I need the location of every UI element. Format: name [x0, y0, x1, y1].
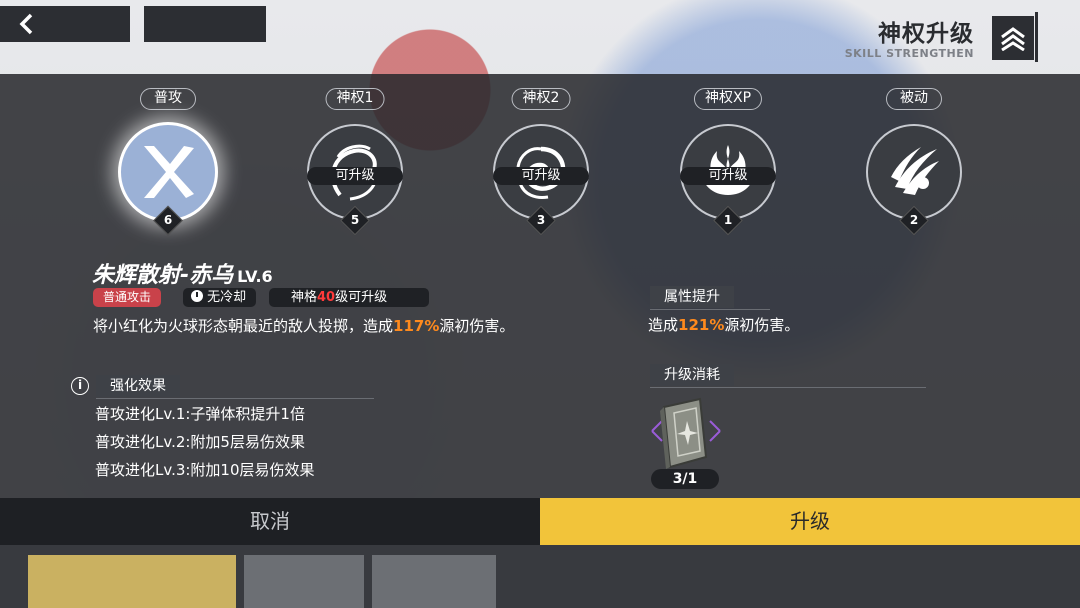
skill-level: 1	[723, 213, 733, 227]
attribute-section-header: 属性提升	[650, 286, 770, 310]
cost-section-header: 升级消耗	[650, 364, 926, 388]
skill-tab-label: 神权1	[325, 88, 385, 110]
skill-tab-label: 普攻	[140, 88, 196, 110]
skill-slot-divine-2[interactable]: 神权2 可升级 3	[471, 88, 611, 238]
cost-label: 升级消耗	[650, 364, 734, 386]
skill-name: 朱辉散射-赤乌 LV.6	[92, 257, 273, 289]
divider	[96, 398, 374, 399]
home-button[interactable]	[144, 6, 266, 42]
requirement-value: 40	[317, 290, 336, 305]
skill-book-icon[interactable]	[648, 395, 724, 475]
description-prefix: 将小红化为火球形态朝最近的敌人投掷，造成	[93, 317, 394, 335]
background-tab	[244, 555, 364, 608]
skill-slot-divine-xp[interactable]: 神权XP 可升级 1	[658, 88, 798, 238]
page-subtitle: SKILL STRENGTHEN	[844, 47, 974, 60]
skill-slot-passive[interactable]: 被动 2	[844, 88, 984, 238]
skill-tab-label: 被动	[886, 88, 942, 110]
skill-level: 6	[163, 213, 173, 227]
skill-name-text: 朱辉散射-赤乌	[92, 263, 234, 288]
cost-count: 3/1	[651, 469, 719, 489]
description-suffix: 源初伤害。	[439, 317, 515, 335]
back-button[interactable]	[0, 6, 130, 42]
skill-level: 5	[350, 213, 360, 227]
evolution-line: 普攻进化Lv.3:附加10层易伤效果	[95, 461, 315, 479]
requirement-suffix: 级可升级	[335, 290, 388, 305]
cancel-button[interactable]: 取消	[0, 498, 540, 545]
skill-slot-normal-attack[interactable]: 普攻 6	[98, 88, 238, 238]
attribute-text: 造成121%源初伤害。	[648, 314, 799, 335]
attribute-suffix: 源初伤害。	[724, 316, 800, 334]
evolution-line: 普攻进化Lv.1:子弹体积提升1倍	[95, 405, 305, 423]
clock-icon	[191, 290, 203, 302]
claw-slash-icon	[891, 147, 939, 195]
cooldown-badge: 无冷却	[183, 288, 257, 307]
skill-slot-divine-1[interactable]: 神权1 可升级 5	[285, 88, 425, 238]
cooldown-text: 无冷却	[207, 290, 247, 305]
skill-level: 2	[909, 213, 919, 227]
divider	[650, 309, 770, 310]
divider	[1035, 12, 1038, 62]
page-title: 神权升级	[878, 21, 974, 47]
upgradable-tag: 可升级	[493, 167, 589, 185]
skill-type-badge: 普通攻击	[93, 288, 162, 307]
rank-chevron-icon[interactable]	[992, 16, 1034, 60]
background-tab	[28, 555, 236, 608]
back-arrow-icon	[19, 13, 33, 35]
attribute-label: 属性提升	[650, 286, 734, 308]
background-tab	[372, 555, 496, 608]
attribute-prefix: 造成	[648, 316, 679, 334]
attribute-value: 121%	[678, 316, 725, 334]
top-bar: 神权升级 SKILL STRENGTHEN	[0, 0, 1080, 74]
evolution-line: 普攻进化Lv.2:附加5层易伤效果	[95, 433, 305, 451]
enhance-section-header: 强化效果	[96, 375, 374, 399]
skill-tab-label: 神权2	[511, 88, 571, 110]
upgrade-button[interactable]: 升级	[540, 498, 1080, 545]
skill-tab-label: 神权XP	[693, 88, 763, 110]
description-value: 117%	[393, 317, 440, 335]
background-bottom-strip	[0, 545, 1080, 608]
info-icon[interactable]: i	[71, 377, 89, 395]
upgradable-tag: 可升级	[307, 167, 403, 185]
cross-blades-icon	[144, 146, 194, 198]
requirement-badge: 神格40级可升级	[269, 288, 429, 307]
upgradable-tag: 可升级	[680, 167, 776, 185]
skill-description: 将小红化为火球形态朝最近的敌人投掷，造成117%源初伤害。	[93, 314, 563, 338]
skill-level-text: LV.6	[237, 267, 273, 286]
requirement-prefix: 神格	[291, 290, 318, 305]
enhance-label: 强化效果	[96, 375, 180, 397]
divider	[650, 387, 926, 388]
skill-level: 3	[536, 213, 546, 227]
